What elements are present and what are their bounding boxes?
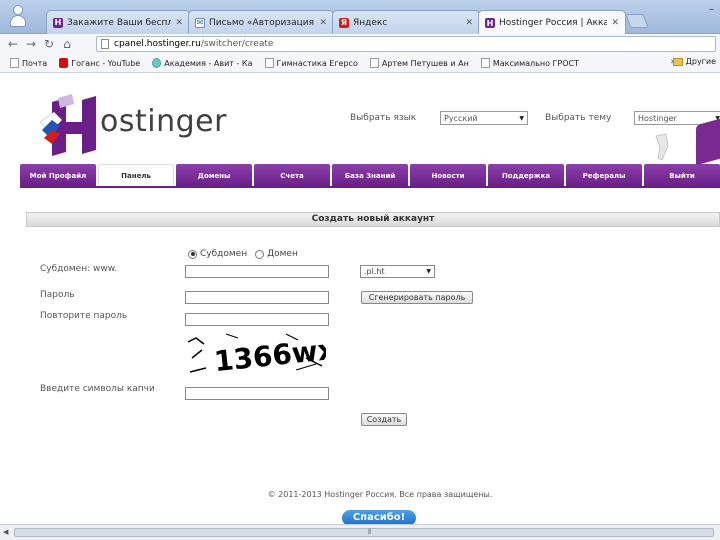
- create-button[interactable]: Создать: [361, 413, 407, 426]
- browser-tab-3[interactable]: Я Яндекс ✕: [332, 10, 480, 34]
- page-icon: [369, 58, 379, 68]
- tab-close-icon[interactable]: ✕: [611, 18, 619, 28]
- bookmark-item[interactable]: Артем Петушев и Ан: [369, 58, 469, 68]
- bookmark-item[interactable]: Гоганс - YouTube: [59, 58, 140, 68]
- captcha-image: 1366wx: [187, 333, 326, 378]
- tab-close-icon[interactable]: ✕: [465, 18, 473, 28]
- horizontal-scrollbar[interactable]: ◀ ⦀: [0, 524, 720, 540]
- forward-arrow-icon[interactable]: →: [22, 37, 40, 51]
- profile-icon[interactable]: [10, 5, 26, 27]
- language-select[interactable]: Русский: [440, 111, 528, 125]
- nav-panel[interactable]: Панель: [98, 164, 175, 187]
- subdomain-input[interactable]: [185, 265, 329, 278]
- theme-label: Выбрать тему: [545, 113, 612, 123]
- nav-profile[interactable]: Мой Профайл: [20, 164, 96, 187]
- password-label: Пароль: [40, 290, 75, 300]
- page-icon: [10, 58, 19, 68]
- nav-referrals[interactable]: Рефералы: [566, 164, 643, 187]
- yandex-favicon-icon: Я: [339, 17, 349, 28]
- bookmark-item[interactable]: Почта: [10, 58, 47, 68]
- scrollbar-thumb[interactable]: [14, 528, 714, 537]
- other-bookmarks[interactable]: Другие: [672, 57, 716, 66]
- new-tab-button[interactable]: [625, 14, 649, 28]
- tab-close-icon[interactable]: ✕: [175, 18, 183, 28]
- bookmark-item[interactable]: Академия - Авит - Ка: [152, 58, 253, 68]
- browser-tab-4-active[interactable]: H Hostinger Россия | Аккаунт ✕: [478, 10, 626, 35]
- page-content: ostinger Выбрать язык Русский Выбрать те…: [0, 74, 720, 526]
- bookmarks-bar: Почта Гоганс - YouTube Академия - Авит -…: [0, 54, 720, 73]
- browser-tab-2[interactable]: ✉ Письмо «Авторизация С ✕: [188, 10, 334, 34]
- bookmark-item[interactable]: Максимально ГРОСТ: [480, 58, 579, 68]
- generate-password-button[interactable]: Сгенерировать пароль: [361, 291, 473, 304]
- minimize-icon[interactable]: –: [709, 4, 714, 15]
- back-arrow-icon[interactable]: ←: [4, 37, 22, 51]
- radio-domain-label: Домен: [267, 249, 298, 259]
- home-icon[interactable]: ⌂: [58, 37, 76, 51]
- radio-domain[interactable]: [255, 249, 265, 259]
- captcha-input[interactable]: [185, 387, 329, 400]
- scroll-left-arrow-icon[interactable]: ◀: [3, 528, 8, 536]
- nav-logout[interactable]: Выйти: [644, 164, 720, 187]
- captcha-label: Введите символы капчи: [40, 384, 155, 394]
- page-icon: [101, 39, 109, 49]
- nav-news[interactable]: Новости: [410, 164, 487, 187]
- youtube-icon: [59, 58, 69, 68]
- scrollbar-grip-icon: ⦀: [368, 528, 372, 536]
- radio-subdomain-label: Субдомен: [200, 249, 248, 259]
- reload-icon[interactable]: ↻: [40, 37, 58, 51]
- window-controls: –: [709, 4, 714, 15]
- mail-favicon-icon: ✉: [195, 17, 205, 28]
- nav-underline: [20, 186, 720, 188]
- account-type-radios: Субдомен Домен: [188, 249, 306, 259]
- nav-knowledge-base[interactable]: База Знаний: [332, 164, 409, 187]
- hostinger-favicon-icon: H: [53, 17, 63, 28]
- copyright-text: © 2011-2013 Hostinger Россия. Все права …: [267, 490, 493, 499]
- decorative-figure-icon: [655, 133, 669, 161]
- subdomain-label: Субдомен: www.: [40, 264, 118, 274]
- url-host: cpanel.hostinger.ru: [114, 39, 201, 49]
- nav-support[interactable]: Поддержка: [488, 164, 565, 187]
- password-input[interactable]: [185, 291, 329, 304]
- hostinger-favicon-icon: H: [485, 18, 495, 28]
- form-title: Создать новый аккаунт: [26, 212, 720, 227]
- logo-text: ostinger: [100, 104, 227, 139]
- browser-toolbar: ← → ↻ ⌂ cpanel.hostinger.ru/switcher/cre…: [0, 34, 720, 54]
- subdomain-suffix-select[interactable]: .pl.ht: [360, 265, 435, 278]
- captcha-text: 1366wx: [213, 333, 326, 378]
- browser-tab-1[interactable]: H Закажите Ваши бесплатны ✕: [46, 10, 190, 34]
- page-icon: [264, 58, 274, 68]
- address-bar[interactable]: cpanel.hostinger.ru/switcher/create: [96, 36, 716, 52]
- bookmark-item[interactable]: Гимнастика Егерсо: [264, 58, 358, 68]
- main-nav: Мой Профайл Панель Домены Счета База Зна…: [20, 164, 720, 187]
- academy-icon: [152, 58, 162, 68]
- folder-icon: [672, 57, 683, 66]
- page-icon: [480, 58, 490, 68]
- url-path: /switcher/create: [200, 39, 274, 49]
- decorative-purple-shape: [696, 118, 720, 166]
- nav-domains[interactable]: Домены: [176, 164, 253, 187]
- tab-close-icon[interactable]: ✕: [319, 18, 327, 28]
- repeat-password-label: Повторите пароль: [40, 311, 128, 321]
- language-label: Выбрать язык: [350, 113, 417, 123]
- browser-tab-bar: H Закажите Ваши бесплатны ✕ ✉ Письмо «Ав…: [0, 0, 720, 35]
- repeat-password-input[interactable]: [185, 313, 329, 326]
- nav-invoices[interactable]: Счета: [254, 164, 331, 187]
- radio-subdomain[interactable]: [188, 249, 197, 259]
